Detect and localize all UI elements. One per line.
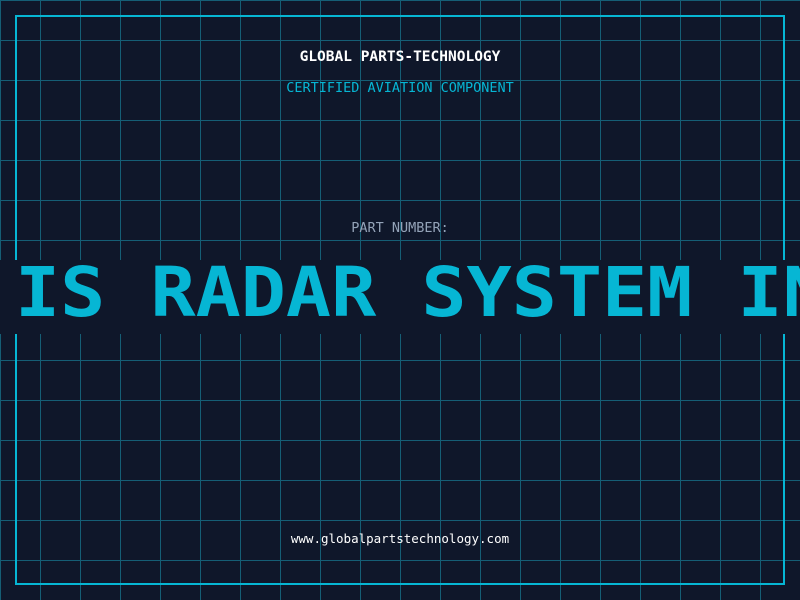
part-number-value: IS RADAR SYSTEM IN [15, 260, 800, 333]
certification-subtitle: CERTIFIED AVIATION COMPONENT [286, 80, 514, 96]
part-number-marquee-band: IS RADAR SYSTEM IN [0, 260, 800, 334]
website-link[interactable]: www.globalpartstechnology.com [0, 531, 800, 546]
company-title: GLOBAL PARTS-TECHNOLOGY [299, 49, 501, 65]
part-number-label: PART NUMBER: [351, 220, 449, 236]
